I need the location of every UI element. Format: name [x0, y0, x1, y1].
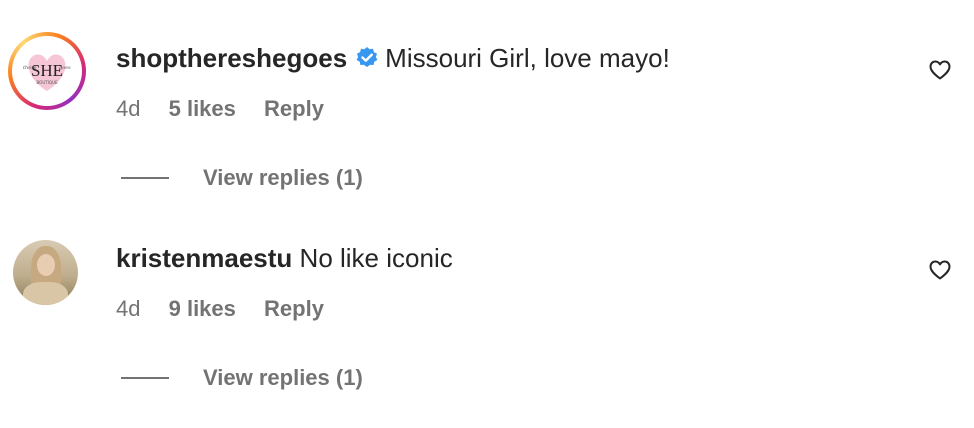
boutique-logo: SHE there goes BOUTIQUE [15, 39, 79, 103]
view-replies-button[interactable]: View replies (1) [121, 165, 363, 191]
comment-line: shopthereshegoes Missouri Girl, love may… [116, 43, 670, 73]
likes-count[interactable]: 5 likes [169, 96, 236, 121]
replies-divider [121, 377, 169, 379]
heart-icon[interactable] [928, 258, 952, 282]
comment-meta: 4d 9 likes Reply [116, 296, 346, 322]
timestamp[interactable]: 4d [116, 96, 140, 121]
view-replies-label: View replies (1) [203, 165, 363, 190]
replies-divider [121, 177, 169, 179]
svg-text:BOUTIQUE: BOUTIQUE [37, 80, 58, 85]
reply-button[interactable]: Reply [264, 96, 324, 121]
comment-text: Missouri Girl, love mayo! [385, 43, 670, 73]
timestamp[interactable]: 4d [116, 296, 140, 321]
svg-text:there: there [23, 65, 37, 71]
likes-count[interactable]: 9 likes [169, 296, 236, 321]
verified-badge-icon [356, 47, 378, 67]
comment-line: kristenmaestu No like iconic [116, 243, 453, 273]
reply-button[interactable]: Reply [264, 296, 324, 321]
heart-icon[interactable] [928, 58, 952, 82]
view-replies-button[interactable]: View replies (1) [121, 365, 363, 391]
comment-text: No like iconic [299, 243, 453, 273]
username[interactable]: shopthereshegoes [116, 43, 347, 73]
view-replies-label: View replies (1) [203, 365, 363, 390]
svg-text:goes: goes [59, 65, 71, 71]
comment-meta: 4d 5 likes Reply [116, 96, 346, 122]
username[interactable]: kristenmaestu [116, 243, 292, 273]
avatar[interactable]: SHE there goes BOUTIQUE [8, 32, 86, 110]
avatar[interactable] [13, 240, 78, 305]
